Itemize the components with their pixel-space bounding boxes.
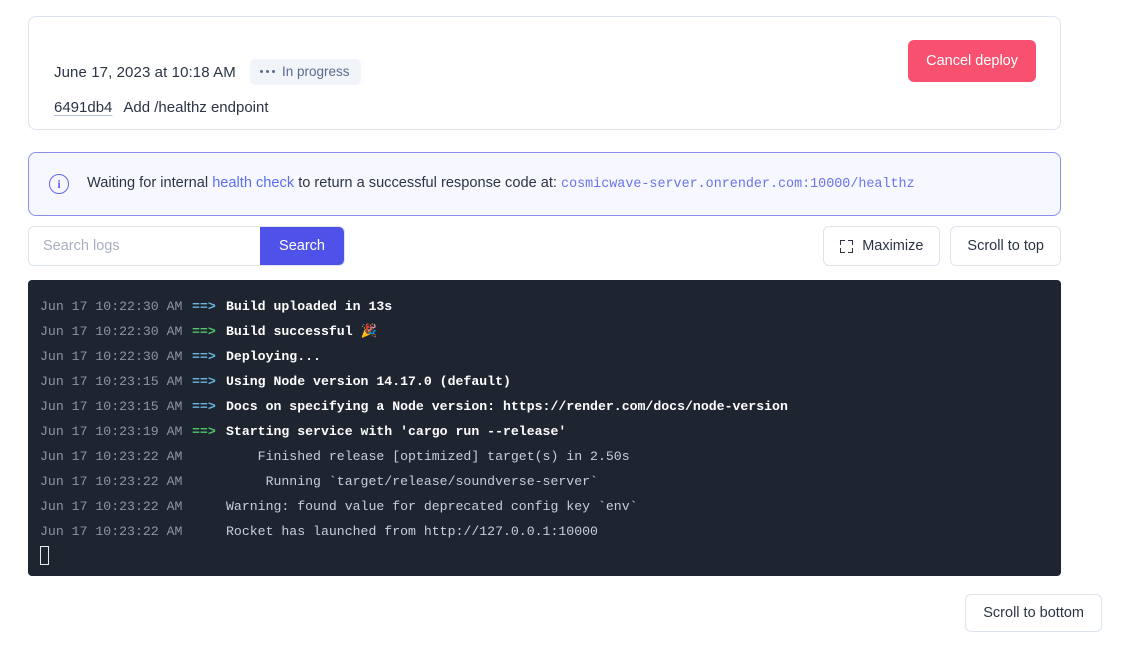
maximize-label: Maximize <box>862 238 924 254</box>
log-message: Starting service with 'cargo run --relea… <box>226 424 567 439</box>
search-group: Search <box>28 226 345 266</box>
log-timestamp: Jun 17 10:23:19 AM <box>40 424 183 439</box>
log-arrow: ==> <box>192 299 216 314</box>
log-controls-row: Search Maximize Scroll to top <box>28 226 1061 266</box>
log-line: Jun 17 10:23:15 AM ==> Docs on specifying … <box>28 394 1061 419</box>
log-arrow: ==> <box>192 349 216 364</box>
log-timestamp: Jun 17 10:22:30 AM <box>40 299 183 314</box>
commit-hash-link[interactable]: 6491db4 <box>54 99 112 116</box>
log-timestamp: Jun 17 10:23:22 AM <box>40 524 183 539</box>
banner-text: Waiting for internal health check to ret… <box>87 174 915 193</box>
log-arrow: ==> <box>192 399 216 414</box>
health-check-link[interactable]: health check <box>212 175 294 191</box>
log-lines: Jun 17 10:22:30 AM ==> Build uploaded in 1… <box>28 294 1061 544</box>
log-arrow: ==> <box>192 374 216 389</box>
log-message: Rocket has launched from http://127.0.0.… <box>226 524 598 539</box>
log-action-buttons: Maximize Scroll to top <box>823 226 1061 266</box>
log-line: Jun 17 10:22:30 AM ==> Build successful 🎉 <box>28 319 1061 344</box>
status-badge-label: In progress <box>281 64 350 79</box>
deploy-page: June 17, 2023 at 10:18 AM In progress 64… <box>0 0 1130 654</box>
log-message: Build uploaded in 13s <box>226 299 393 314</box>
log-output-panel[interactable]: Jun 17 10:22:30 AM ==> Build uploaded in 1… <box>28 280 1061 576</box>
search-input[interactable] <box>29 227 261 265</box>
log-line: Jun 17 10:22:30 AM ==> Deploying... <box>28 344 1061 369</box>
in-progress-dots-icon <box>259 69 275 74</box>
scroll-to-top-label: Scroll to top <box>967 238 1044 254</box>
log-timestamp: Jun 17 10:23:22 AM <box>40 474 183 489</box>
health-check-url: cosmicwave-server.onrender.com:10000/hea… <box>561 177 915 193</box>
log-timestamp: Jun 17 10:23:15 AM <box>40 399 183 414</box>
log-timestamp: Jun 17 10:22:30 AM <box>40 324 183 339</box>
log-message: Finished release [optimized] target(s) i… <box>226 449 630 464</box>
log-line: Jun 17 10:23:22 AM Warning: found value f… <box>28 494 1061 519</box>
log-timestamp: Jun 17 10:23:22 AM <box>40 449 183 464</box>
search-button[interactable]: Search <box>260 227 344 265</box>
maximize-button[interactable]: Maximize <box>823 226 941 266</box>
terminal-cursor <box>40 546 49 565</box>
log-line: Jun 17 10:23:22 AM Running `target/relea… <box>28 469 1061 494</box>
log-message: Running `target/release/soundverse-serve… <box>226 474 598 489</box>
log-timestamp: Jun 17 10:23:22 AM <box>40 499 183 514</box>
log-timestamp: Jun 17 10:23:15 AM <box>40 374 183 389</box>
log-line: Jun 17 10:23:22 AM Finished release [opt… <box>28 444 1061 469</box>
maximize-icon <box>840 239 854 253</box>
log-message: Using Node version 14.17.0 (default) <box>226 374 511 389</box>
deploy-summary-card: June 17, 2023 at 10:18 AM In progress 64… <box>28 16 1061 130</box>
log-message: Docs on specifying a Node version: https… <box>226 399 788 414</box>
log-message: Deploying... <box>226 349 321 364</box>
log-message: Build successful 🎉 <box>226 324 377 339</box>
health-check-banner: i Waiting for internal health check to r… <box>28 152 1061 216</box>
log-timestamp: Jun 17 10:22:30 AM <box>40 349 183 364</box>
log-line: Jun 17 10:23:15 AM ==> Using Node version … <box>28 369 1061 394</box>
commit-message: Add /healthz endpoint <box>123 99 269 116</box>
log-arrow: ==> <box>192 424 216 439</box>
log-line: Jun 17 10:23:19 AM ==> Starting service wi… <box>28 419 1061 444</box>
log-message: Warning: found value for deprecated conf… <box>226 499 638 514</box>
banner-text-before: Waiting for internal <box>87 175 213 192</box>
commit-row: 6491db4 Add /healthz endpoint <box>54 99 269 116</box>
deploy-timestamp: June 17, 2023 at 10:18 AM <box>54 63 236 81</box>
log-line: Jun 17 10:23:22 AM Rocket has launched fr… <box>28 519 1061 544</box>
scroll-to-bottom-button[interactable]: Scroll to bottom <box>965 594 1102 632</box>
cancel-deploy-button[interactable]: Cancel deploy <box>908 40 1036 82</box>
banner-text-after: to return a successful response code at: <box>294 175 562 192</box>
log-arrow: ==> <box>192 324 216 339</box>
deploy-meta-row: June 17, 2023 at 10:18 AM In progress <box>54 59 361 85</box>
scroll-to-top-button[interactable]: Scroll to top <box>950 226 1061 266</box>
log-line: Jun 17 10:22:30 AM ==> Build uploaded in 1… <box>28 294 1061 319</box>
info-icon: i <box>49 174 69 194</box>
status-badge: In progress <box>249 59 361 85</box>
